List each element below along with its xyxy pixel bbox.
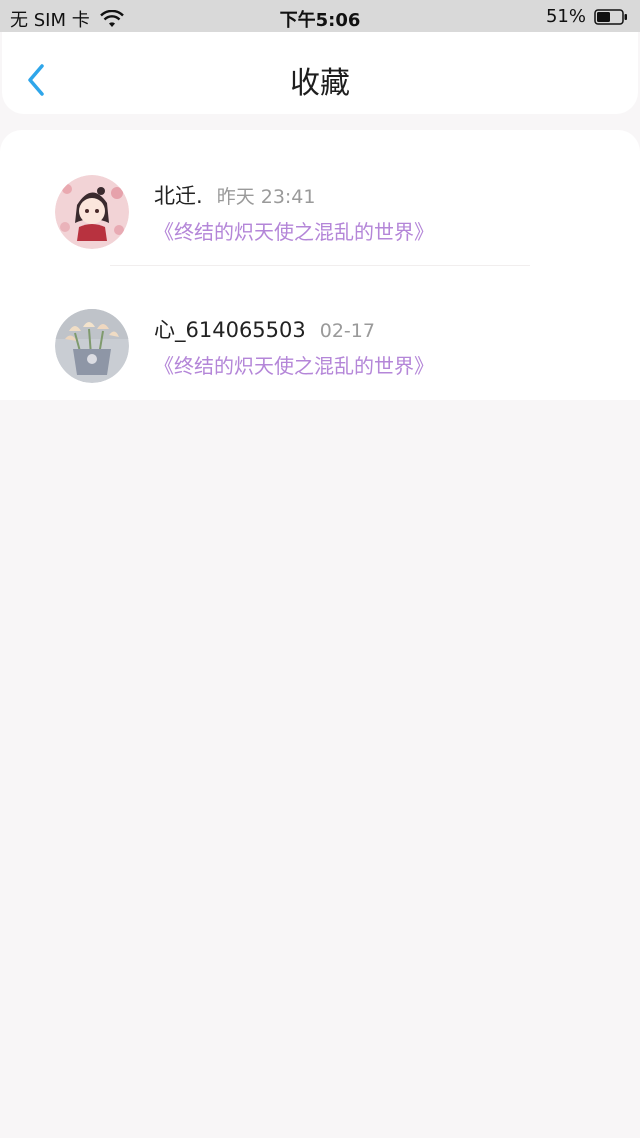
avatar[interactable] (55, 309, 129, 383)
status-bar: 无 SIM 卡 下午5:06 51% (0, 0, 640, 32)
list-item[interactable]: 心_614065503 02-17 《终结的炽天使之混乱的世界》 (0, 264, 640, 398)
work-title-link[interactable]: 《终结的炽天使之混乱的世界》 (154, 216, 434, 245)
battery-percent: 51% (545, 6, 586, 27)
item-name[interactable]: 心_614065503 02-17 (154, 314, 375, 344)
list-item[interactable]: 北迁. 昨天 23:41 《终结的炽天使之混乱的世界》 (0, 130, 640, 266)
item-name[interactable]: 北迁. 昨天 23:41 (154, 180, 315, 210)
item-time: 昨天 23:41 (216, 186, 316, 208)
status-time: 下午5:06 (279, 10, 361, 31)
favorites-list: 北迁. 昨天 23:41 《终结的炽天使之混乱的世界》 心_614065503 02… (0, 130, 640, 400)
navigation-header: 收藏 (2, 32, 638, 114)
page-title: 收藏 (290, 66, 350, 101)
status-right: 51% (546, 6, 628, 27)
avatar[interactable] (55, 175, 129, 249)
battery-icon (594, 8, 628, 25)
item-time: 02-17 (319, 320, 375, 342)
user-name[interactable]: 北迁. (154, 184, 203, 208)
work-title-link[interactable]: 《终结的炽天使之混乱的世界》 (154, 350, 434, 379)
user-name[interactable]: 心_614065503 (154, 318, 306, 342)
